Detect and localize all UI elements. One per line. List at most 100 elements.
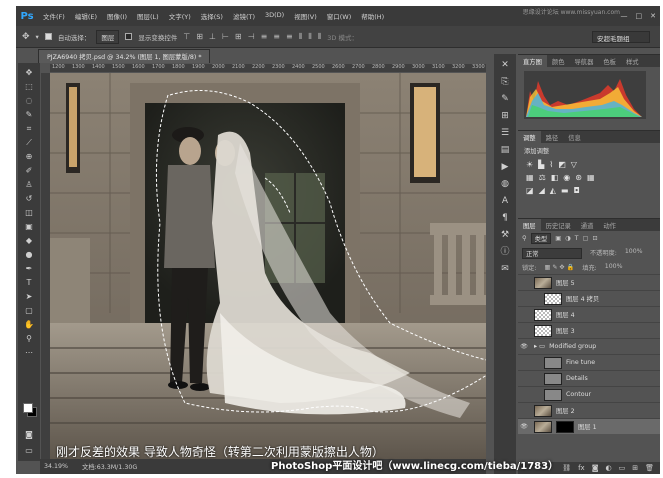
dodge-tool-icon[interactable]: ● bbox=[22, 249, 36, 260]
panel-tab[interactable]: 直方图 bbox=[518, 55, 547, 67]
info-panel-icon[interactable]: ⓘ bbox=[498, 247, 512, 258]
align-bottom-icon[interactable]: ⊥ bbox=[209, 32, 216, 42]
menu-item[interactable]: 选择(S) bbox=[196, 11, 228, 21]
show-transform-checkbox[interactable] bbox=[125, 33, 133, 40]
distribute-right-icon[interactable]: ⦀ bbox=[318, 32, 322, 42]
new-layer-icon[interactable]: ⊞ bbox=[632, 464, 638, 472]
layer-mask-thumbnail[interactable] bbox=[556, 420, 574, 433]
menu-item[interactable]: 帮助(H) bbox=[356, 11, 389, 21]
layer-style-icon[interactable]: fx bbox=[578, 464, 585, 472]
paragraph-panel-icon[interactable]: ¶ bbox=[498, 213, 512, 224]
distribute-middle-icon[interactable]: ≡ bbox=[273, 32, 280, 42]
auto-select-checkbox[interactable] bbox=[44, 33, 52, 40]
properties-icon[interactable]: ▤ bbox=[498, 145, 512, 156]
type-tool-icon[interactable]: T bbox=[22, 277, 36, 288]
channel-mixer-icon[interactable]: ⊛ bbox=[575, 173, 582, 182]
auto-select-dropdown[interactable]: 图层 bbox=[96, 29, 120, 44]
history-panel-icon[interactable]: ⎘ bbox=[498, 77, 512, 88]
filter-smart-icon[interactable]: ⊡ bbox=[592, 235, 597, 242]
menu-item[interactable]: 滤镜(T) bbox=[228, 11, 260, 21]
levels-icon[interactable]: ▙ bbox=[538, 160, 544, 169]
workspace-dropdown[interactable]: 安超毛题组 bbox=[592, 31, 650, 43]
layer-row[interactable]: Details bbox=[518, 370, 660, 386]
screen-mode-icon[interactable]: ▭ bbox=[22, 445, 36, 456]
panel-tab[interactable]: 通道 bbox=[576, 221, 599, 230]
curves-icon[interactable]: ⌇ bbox=[549, 160, 553, 169]
distribute-top-icon[interactable]: ≡ bbox=[261, 32, 268, 42]
lock-icons[interactable]: ▦ ✎ ✥ 🔒 bbox=[544, 263, 574, 272]
shape-tool-icon[interactable]: ▢ bbox=[22, 305, 36, 316]
blur-tool-icon[interactable]: ◆ bbox=[22, 235, 36, 246]
layer-row[interactable]: 图层 4 拷贝 bbox=[518, 290, 660, 306]
vibrance-icon[interactable]: ▽ bbox=[571, 160, 577, 169]
actions-icon[interactable]: ▶ bbox=[498, 162, 512, 173]
layer-row[interactable]: 👁 ▸ ▭ Modified group bbox=[518, 338, 660, 354]
panel-tab[interactable]: 色板 bbox=[598, 57, 621, 66]
panel-tab[interactable]: 路径 bbox=[541, 133, 564, 142]
menu-item[interactable]: 编辑(E) bbox=[70, 11, 102, 21]
brush-tool-icon[interactable]: ✐ bbox=[22, 165, 36, 176]
foreground-color-swatch[interactable] bbox=[23, 403, 33, 413]
align-center-icon[interactable]: ⊞ bbox=[235, 32, 242, 42]
threshold-icon[interactable]: ◭ bbox=[550, 186, 556, 195]
layer-row[interactable]: 图层 3 bbox=[518, 322, 660, 338]
align-top-icon[interactable]: ⊤ bbox=[183, 32, 190, 42]
hand-tool-icon[interactable]: ✋ bbox=[22, 319, 36, 330]
opacity-value[interactable]: 100% bbox=[625, 248, 643, 259]
layer-row[interactable]: 图层 4 bbox=[518, 306, 660, 322]
history-brush-tool-icon[interactable]: ↺ bbox=[22, 193, 36, 204]
maximize-button[interactable]: □ bbox=[636, 12, 643, 20]
healing-tool-icon[interactable]: ⊕ bbox=[22, 151, 36, 162]
document-canvas[interactable] bbox=[50, 73, 486, 459]
new-adjustment-icon[interactable]: ◐ bbox=[606, 464, 612, 472]
selective-color-icon[interactable]: ◘ bbox=[573, 186, 579, 195]
notes-panel-icon[interactable]: ✉ bbox=[498, 264, 512, 275]
tool-presets-icon[interactable]: ⚒ bbox=[498, 230, 512, 241]
character-panel-icon[interactable]: A bbox=[498, 196, 512, 207]
clone-source-icon[interactable]: ⊞ bbox=[498, 111, 512, 122]
zoom-level[interactable]: 34.19% bbox=[44, 463, 68, 470]
menu-item[interactable]: 3D(D) bbox=[260, 11, 289, 21]
adjust-sliders-icon[interactable]: ☰ bbox=[498, 128, 512, 139]
panel-tab[interactable]: 图层 bbox=[518, 219, 541, 231]
panel-tab[interactable]: 样式 bbox=[621, 57, 644, 66]
photo-filter-icon[interactable]: ◉ bbox=[563, 173, 570, 182]
distribute-bottom-icon[interactable]: ≡ bbox=[286, 32, 293, 42]
panel-tab[interactable]: 颜色 bbox=[547, 57, 570, 66]
gradient-tool-icon[interactable]: ▣ bbox=[22, 221, 36, 232]
folder-icon[interactable]: ▸ ▭ bbox=[534, 343, 545, 350]
distribute-center-icon[interactable]: ⦀ bbox=[308, 32, 312, 42]
menu-item[interactable]: 窗口(W) bbox=[322, 11, 357, 21]
menu-item[interactable]: 图层(L) bbox=[132, 11, 164, 21]
path-select-tool-icon[interactable]: ➤ bbox=[22, 291, 36, 302]
collapse-panels-icon[interactable]: ✕ bbox=[498, 60, 512, 71]
pen-tool-icon[interactable]: ✒ bbox=[22, 263, 36, 274]
menu-item[interactable]: 文字(Y) bbox=[164, 11, 196, 21]
new-group-icon[interactable]: ▭ bbox=[619, 464, 626, 472]
layer-row[interactable]: 图层 2 bbox=[518, 402, 660, 418]
link-layers-icon[interactable]: ⛓ bbox=[562, 464, 571, 472]
distribute-left-icon[interactable]: ⦀ bbox=[299, 32, 303, 42]
gradient-map-icon[interactable]: ▬ bbox=[561, 186, 569, 195]
blend-mode-dropdown[interactable]: 正常 bbox=[522, 248, 582, 259]
lasso-tool-icon[interactable]: ◌ bbox=[22, 95, 36, 106]
panel-tab[interactable]: 动作 bbox=[598, 221, 621, 230]
fill-value[interactable]: 100% bbox=[605, 263, 623, 272]
minimize-button[interactable]: — bbox=[621, 12, 628, 20]
panel-tab[interactable]: 历史记录 bbox=[541, 221, 576, 230]
more-tools-icon[interactable]: ⋯ bbox=[22, 347, 36, 358]
color-balance-icon[interactable]: ⚖ bbox=[539, 173, 546, 182]
filter-type-icon[interactable]: T bbox=[575, 235, 579, 242]
tool-preset-chevron-icon[interactable]: ▾ bbox=[36, 33, 39, 41]
panel-tab[interactable]: 导航器 bbox=[569, 57, 598, 66]
close-button[interactable]: ✕ bbox=[650, 12, 656, 20]
stamp-tool-icon[interactable]: ♙ bbox=[22, 179, 36, 190]
posterize-icon[interactable]: ◢ bbox=[539, 186, 545, 195]
move-tool-icon[interactable]: ✥ bbox=[22, 67, 36, 78]
filter-pixel-icon[interactable]: ▣ bbox=[555, 235, 561, 242]
hue-saturation-icon[interactable]: ▦ bbox=[526, 173, 534, 182]
layer-row[interactable]: Fine tune bbox=[518, 354, 660, 370]
add-mask-icon[interactable]: ◙ bbox=[592, 464, 599, 472]
brush-presets-icon[interactable]: ◍ bbox=[498, 179, 512, 190]
zoom-tool-icon[interactable]: ⚲ bbox=[22, 333, 36, 344]
